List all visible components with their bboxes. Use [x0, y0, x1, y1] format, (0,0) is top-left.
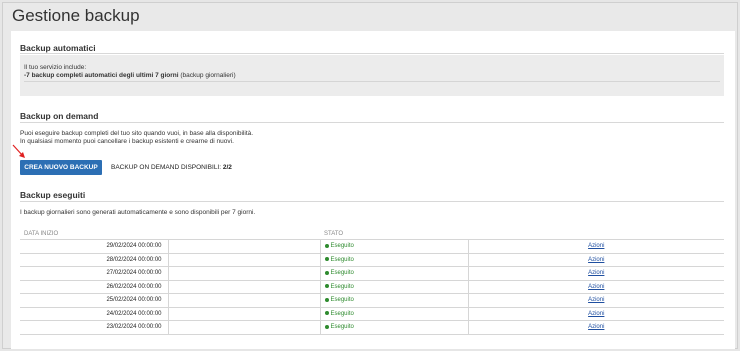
section-title-auto: Backup automatici — [20, 43, 96, 53]
actions-cell: Azioni — [467, 280, 724, 294]
backup-status: Eseguito — [319, 280, 468, 294]
backup-date: 28/02/2024 00:00:00 — [20, 253, 168, 267]
backup-date: 23/02/2024 00:00:00 — [20, 320, 168, 335]
backup-date: 27/02/2024 00:00:00 — [20, 266, 168, 281]
table-row: 29/02/2024 00:00:00 Eseguito Azioni — [20, 239, 724, 254]
status-label: Eseguito — [330, 324, 354, 331]
empty-cell — [167, 280, 320, 294]
empty-cell — [167, 307, 320, 321]
auto-info-line1: Il tuo servizio include: — [24, 64, 87, 71]
app-window: Gestione backup Backup automatici Il tuo… — [2, 2, 738, 349]
backup-status: Eseguito — [319, 293, 468, 308]
status-dot-icon — [324, 324, 329, 329]
table-header-row: DATA INIZIO STATO — [20, 228, 724, 240]
status-dot-icon — [324, 311, 329, 316]
backup-date: 29/02/2024 00:00:00 — [20, 239, 168, 254]
column-header-actions — [468, 228, 724, 240]
status-dot-icon — [324, 284, 329, 289]
backup-status: Eseguito — [319, 266, 468, 281]
main-panel: Backup automatici Il tuo servizio includ… — [11, 31, 735, 349]
backups-table: DATA INIZIO STATO 29/02/2024 00:00:00 Ese… — [20, 228, 724, 335]
backup-date: 26/02/2024 00:00:00 — [20, 280, 168, 294]
table-row: 25/02/2024 00:00:00 Eseguito Azioni — [20, 293, 724, 308]
status-dot-icon — [324, 270, 329, 275]
actions-cell: Azioni — [467, 320, 724, 335]
table-row: 26/02/2024 00:00:00 Eseguito Azioni — [20, 280, 724, 294]
actions-cell: Azioni — [467, 253, 724, 267]
table-row: 23/02/2024 00:00:00 Eseguito Azioni — [20, 320, 724, 335]
column-header-date: DATA INIZIO — [20, 228, 168, 240]
actions-cell: Azioni — [467, 307, 724, 321]
actions-link[interactable]: Azioni — [588, 297, 604, 303]
actions-link[interactable]: Azioni — [588, 243, 604, 249]
column-header-status: STATO — [320, 228, 468, 240]
available-value: 2/2 — [222, 164, 232, 171]
status-label: Eseguito — [330, 297, 354, 304]
section-title-ondemand: Backup on demand — [20, 111, 99, 121]
backup-date: 25/02/2024 00:00:00 — [20, 293, 168, 308]
auto-info-bold: -7 backup completi automatici degli ulti… — [24, 72, 179, 79]
status-label: Eseguito — [330, 256, 354, 263]
empty-cell — [167, 293, 320, 308]
status-label: Eseguito — [330, 270, 354, 277]
section-title-done: Backup eseguiti — [20, 190, 86, 200]
backup-status: Eseguito — [319, 320, 468, 335]
available-backups: BACKUP ON DEMAND DISPONIBILI: 2/2 — [111, 164, 232, 171]
actions-link[interactable]: Azioni — [588, 257, 604, 263]
auto-info-line2: -7 backup completi automatici degli ulti… — [24, 72, 236, 79]
auto-info-rest: (backup giornalieri) — [178, 72, 236, 79]
actions-link[interactable]: Azioni — [588, 270, 604, 276]
empty-cell — [167, 239, 320, 254]
available-label: BACKUP ON DEMAND DISPONIBILI: — [111, 164, 223, 171]
table-row: 24/02/2024 00:00:00 Eseguito Azioni — [20, 307, 724, 321]
table-row: 27/02/2024 00:00:00 Eseguito Azioni — [20, 266, 724, 281]
status-label: Eseguito — [330, 283, 354, 290]
section-divider — [20, 201, 724, 202]
status-label: Eseguito — [330, 310, 354, 317]
status-dot-icon — [324, 257, 329, 262]
actions-link[interactable]: Azioni — [588, 284, 604, 290]
empty-cell — [167, 320, 320, 335]
create-backup-button[interactable]: CREA NUOVO BACKUP — [20, 160, 102, 175]
actions-cell: Azioni — [467, 293, 724, 308]
status-dot-icon — [324, 243, 329, 248]
section-divider — [20, 53, 724, 54]
section-divider — [20, 122, 724, 123]
done-text: I backup giornalieri sono generati autom… — [20, 209, 256, 216]
empty-cell — [167, 266, 320, 281]
table-row: 28/02/2024 00:00:00 Eseguito Azioni — [20, 253, 724, 267]
status-dot-icon — [324, 297, 329, 302]
backup-status: Eseguito — [319, 239, 468, 254]
ondemand-text2: In qualsiasi momento puoi cancellare i b… — [20, 138, 234, 145]
backup-date: 24/02/2024 00:00:00 — [20, 307, 168, 321]
actions-link[interactable]: Azioni — [588, 311, 604, 317]
info-divider — [24, 81, 720, 82]
actions-cell: Azioni — [467, 266, 724, 281]
column-header-blank — [168, 228, 320, 240]
status-label: Eseguito — [330, 243, 354, 250]
backup-status: Eseguito — [319, 253, 468, 267]
page-title: Gestione backup — [12, 6, 140, 25]
auto-info-box: Il tuo servizio include: -7 backup compl… — [20, 55, 724, 96]
actions-cell: Azioni — [467, 239, 724, 254]
backup-status: Eseguito — [319, 307, 468, 321]
empty-cell — [167, 253, 320, 267]
ondemand-text1: Puoi eseguire backup completi del tuo si… — [20, 130, 254, 137]
actions-link[interactable]: Azioni — [588, 324, 604, 330]
